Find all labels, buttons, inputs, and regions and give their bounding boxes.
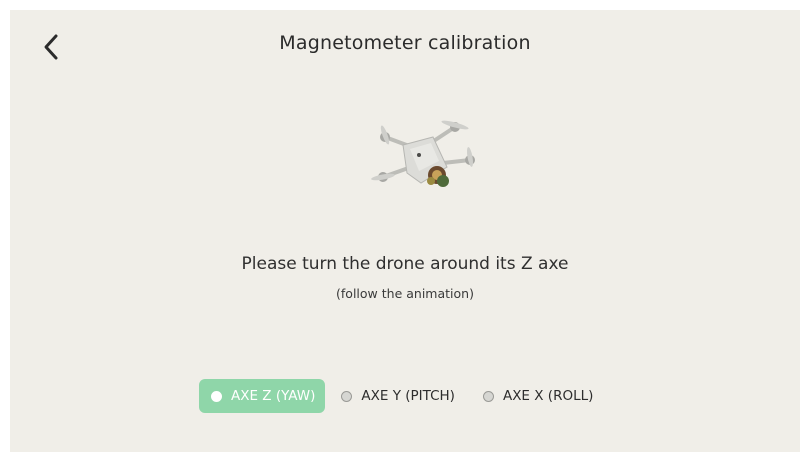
axis-option-y[interactable]: AXE Y (PITCH) (329, 379, 465, 413)
axis-option-label: AXE X (ROLL) (502, 388, 594, 404)
instruction-text: Please turn the drone around its Z axe (241, 254, 569, 274)
radio-selected-icon (211, 390, 222, 402)
radio-unselected-icon (482, 390, 494, 402)
axis-option-label: AXE Y (PITCH) (361, 388, 455, 404)
instruction-subtext: (follow the animation) (336, 286, 474, 301)
axis-option-label: AXE Z (YAW) (231, 388, 316, 404)
axis-option-x[interactable]: AXE X (ROLL) (471, 379, 603, 413)
radio-unselected-icon (341, 390, 353, 402)
calibration-screen: Magnetometer calibration Please turn the… (10, 10, 800, 452)
axis-option-z[interactable]: AXE Z (YAW) (199, 379, 326, 413)
drone-illustration (371, 120, 475, 187)
axis-selector: AXE Z (YAW) AXE Y (PITCH) AXE X (ROLL) (199, 379, 603, 413)
page-title: Magnetometer calibration (279, 32, 531, 54)
